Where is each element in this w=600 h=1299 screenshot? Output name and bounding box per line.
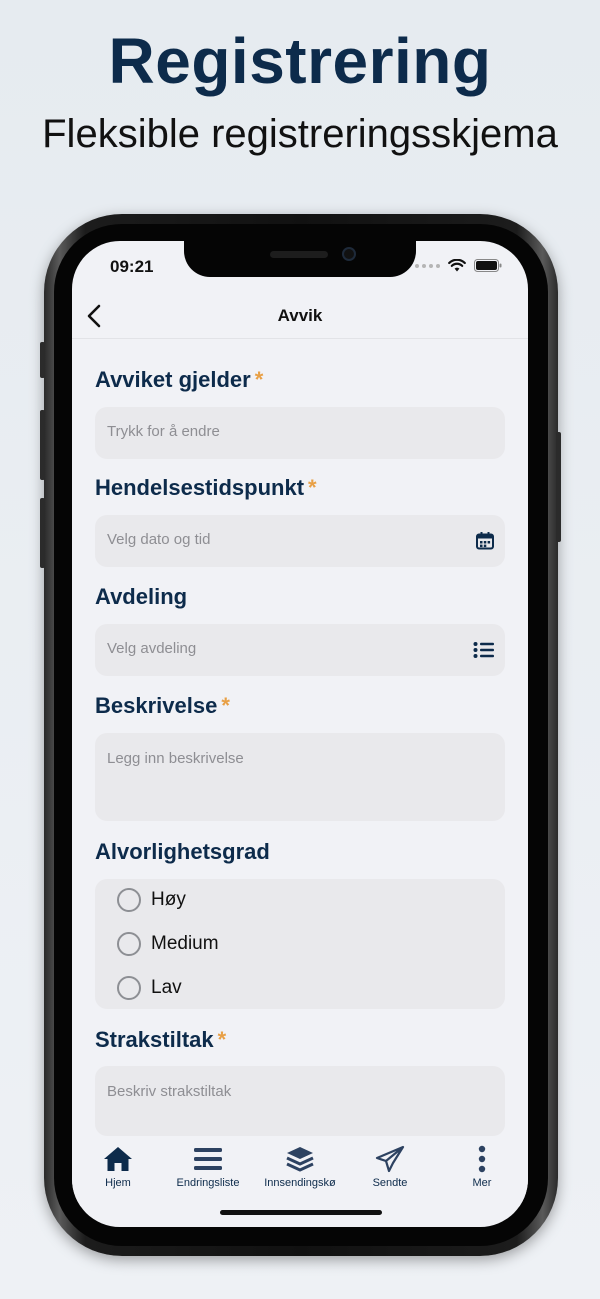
radio-label: Lav — [151, 977, 182, 998]
field-label-beskrivelse: Beskrivelse * — [95, 693, 230, 718]
home-icon — [104, 1147, 132, 1171]
field-label-alvorlighetsgrad: Alvorlighetsgrad — [95, 839, 270, 864]
beskrivelse-placeholder: Legg inn beskrivelse — [107, 750, 244, 767]
bars-icon — [194, 1148, 222, 1170]
tab-label: Hjem — [105, 1177, 131, 1189]
field-label-avdeling: Avdeling — [95, 584, 188, 609]
wifi-icon — [448, 259, 466, 272]
tab-label: Mer — [472, 1177, 492, 1189]
tab-label: Innsendingskø — [264, 1177, 336, 1189]
navigation-bar: Avvik — [72, 293, 528, 339]
battery-icon — [474, 259, 502, 272]
signal-icon — [415, 263, 440, 268]
strakstiltak-placeholder: Beskriv strakstiltak — [107, 1083, 232, 1100]
tab-mer[interactable]: Mer — [436, 1145, 528, 1189]
volume-down-button — [40, 498, 45, 568]
paper-plane-icon — [375, 1145, 405, 1173]
speaker — [270, 251, 328, 258]
required-marker: * — [221, 693, 230, 718]
tab-endringsliste[interactable]: Endringsliste — [162, 1145, 254, 1189]
required-marker: * — [308, 475, 317, 500]
radio-label: Høy — [151, 889, 186, 910]
avviket-gjelder-placeholder: Trykk for å endre — [107, 423, 220, 440]
radio-circle[interactable] — [117, 976, 141, 1000]
layers-icon — [286, 1147, 314, 1172]
calendar-icon[interactable] — [475, 531, 495, 551]
field-label-strakstiltak: Strakstiltak * — [95, 1027, 227, 1052]
notch — [184, 241, 416, 277]
field-label-hendelsestidspunkt: Hendelsestidspunkt * — [95, 475, 317, 500]
radio-label: Medium — [151, 933, 219, 954]
power-button — [556, 432, 561, 542]
required-marker: * — [254, 367, 264, 392]
front-camera — [342, 247, 356, 261]
alvorlighetsgrad-radio-group: Høy Medium Lav — [95, 879, 505, 1009]
mute-switch — [40, 342, 45, 378]
promo-title: Registrering — [108, 25, 492, 97]
list-icon[interactable] — [473, 641, 495, 659]
volume-up-button — [40, 410, 45, 480]
more-vertical-icon — [478, 1145, 486, 1173]
hendelsestidspunkt-field[interactable]: Velg dato og tid — [95, 515, 505, 567]
required-marker: * — [217, 1027, 227, 1052]
tab-sendte[interactable]: Sendte — [344, 1145, 436, 1189]
phone-screen: 09:21 Avvik Avviket gjelder * Trykk for å… — [72, 241, 528, 1227]
radio-option-medium[interactable]: Medium — [117, 932, 219, 956]
tab-innsendingsko[interactable]: Innsendingskø — [254, 1145, 346, 1189]
avdeling-placeholder: Velg avdeling — [107, 640, 197, 657]
promo-subtitle: Fleksible registreringsskjema — [42, 112, 558, 156]
hendelsestidspunkt-placeholder: Velg dato og tid — [107, 531, 211, 548]
radio-circle[interactable] — [117, 888, 141, 912]
avdeling-field[interactable]: Velg avdeling — [95, 624, 505, 676]
radio-option-lav[interactable]: Lav — [117, 976, 182, 1000]
status-icons — [415, 259, 502, 272]
tab-label: Sendte — [372, 1177, 408, 1189]
beskrivelse-textarea[interactable]: Legg inn beskrivelse — [95, 733, 505, 821]
tab-bar: Hjem Endringsliste Innsendingskø Sendte — [72, 1137, 528, 1207]
radio-option-hoy[interactable]: Høy — [117, 888, 186, 912]
strakstiltak-textarea[interactable]: Beskriv strakstiltak — [95, 1066, 505, 1136]
tab-label: Endringsliste — [176, 1177, 240, 1189]
radio-circle[interactable] — [117, 932, 141, 956]
tab-hjem[interactable]: Hjem — [72, 1145, 164, 1189]
status-time: 09:21 — [110, 257, 154, 276]
avviket-gjelder-field[interactable]: Trykk for å endre — [95, 407, 505, 459]
home-indicator[interactable] — [220, 1210, 382, 1215]
nav-title: Avvik — [277, 306, 323, 325]
field-label-avviket-gjelder: Avviket gjelder * — [95, 367, 264, 392]
